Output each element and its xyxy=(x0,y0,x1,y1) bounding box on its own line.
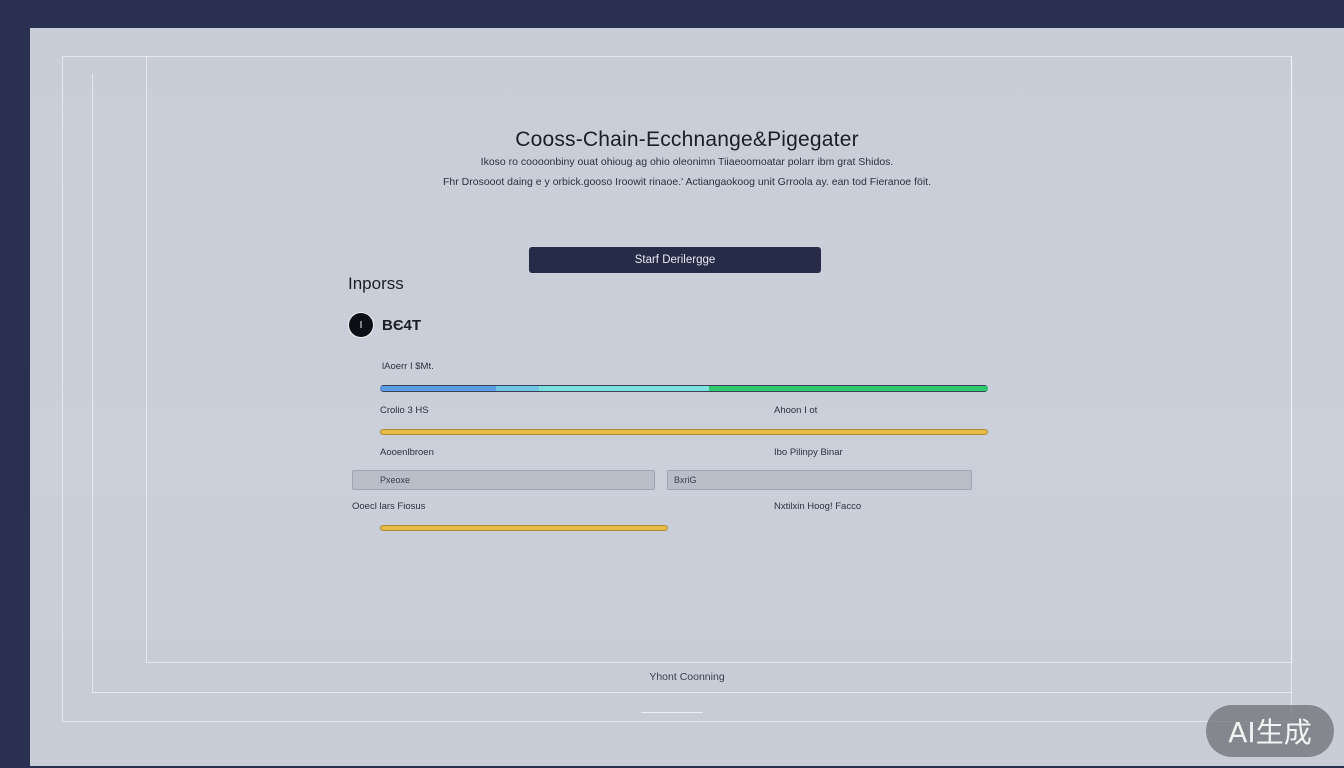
row3-progress-bar xyxy=(380,525,668,531)
description-line-2: Fhr Drosooot daing e y orbick.gooso Iroo… xyxy=(442,176,931,188)
row1-right-label: Ahoon I ot xyxy=(774,405,818,416)
row1-left-label: Crolio 3 HS xyxy=(380,405,429,416)
row1-progress-bar xyxy=(380,429,988,435)
page-title: Cooss-Chain-Ecchnange&Pigegater xyxy=(515,128,859,151)
description-line-1: Ikoso ro coooonbiny ouat ohioug ag ohio … xyxy=(480,156,894,168)
progress-segment-2 xyxy=(496,386,539,391)
progress-segment-4 xyxy=(709,386,988,391)
footer-text: Yhont Coonning xyxy=(649,671,725,683)
start-exchange-button[interactable]: Starf Derilergge xyxy=(529,247,821,273)
token-symbol: BЄ4T xyxy=(382,316,422,334)
row3-right-label: Nxtilxin Hoog! Facco xyxy=(774,501,862,512)
multi-segment-progress-bar xyxy=(380,385,988,392)
main-panel: Cooss-Chain-Ecchnange&Pigegater Ikoso ro… xyxy=(30,28,1344,766)
right-input-field[interactable]: BxriG xyxy=(667,470,972,490)
progress-segment-3 xyxy=(539,386,709,391)
token-selector[interactable]: I BЄ4T xyxy=(348,312,421,338)
ai-generated-badge: AI生成 xyxy=(1206,705,1334,757)
row2-left-label: Aooenlbroen xyxy=(380,447,434,458)
progress-segment-1 xyxy=(380,386,496,391)
section-title: Inporss xyxy=(348,274,404,293)
token-coin-icon: I xyxy=(348,312,374,338)
footer-divider xyxy=(641,712,703,713)
row3-left-label: Ooecl lars Fiosus xyxy=(352,501,426,512)
left-input-field[interactable]: Pxeoxe xyxy=(352,470,655,490)
row2-right-label: Ibo Pilinpy Binar xyxy=(774,447,843,458)
progress-label: lAoerr I $Mt. xyxy=(382,361,434,372)
